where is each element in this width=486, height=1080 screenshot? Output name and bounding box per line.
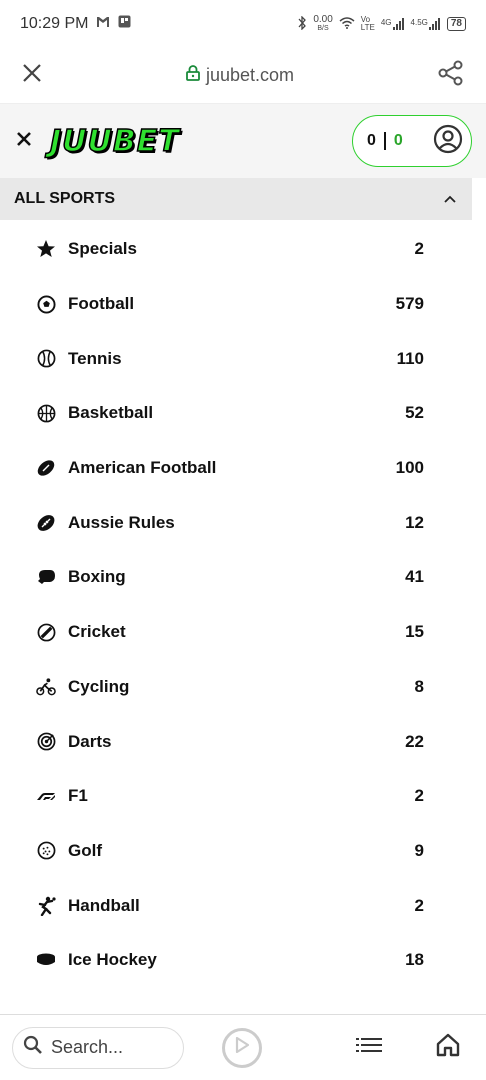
sport-label: Golf	[68, 840, 102, 860]
user-account-icon[interactable]	[433, 124, 463, 159]
sport-count: 8	[414, 676, 424, 696]
gmail-icon	[96, 15, 110, 33]
signal-bars-icon: 4G	[381, 18, 405, 30]
juubet-logo[interactable]: JUUBET	[49, 123, 180, 160]
sport-label: Cycling	[68, 676, 130, 696]
sport-count: 15	[405, 622, 424, 642]
soccer-ball-icon	[36, 294, 56, 314]
net-speed: 0.00 B/S	[313, 14, 333, 33]
sport-count: 2	[414, 895, 424, 915]
wifi-icon	[339, 16, 355, 32]
balance-left: 0	[367, 132, 376, 149]
sport-row-aussie-rules[interactable]: Aussie Rules 12	[0, 495, 472, 550]
sport-row-american-football[interactable]: American Football 100	[0, 441, 472, 496]
sport-row-ice-hockey[interactable]: Ice Hockey 18	[0, 933, 472, 988]
sport-row-tennis[interactable]: Tennis 110	[0, 331, 472, 386]
sport-count: 41	[405, 567, 424, 587]
search-placeholder: Search...	[51, 1037, 124, 1057]
close-menu-icon[interactable]	[16, 131, 32, 152]
sport-label: Aussie Rules	[68, 512, 175, 532]
search-input[interactable]: Search...	[12, 1026, 184, 1069]
lock-icon	[186, 65, 200, 86]
sport-row-cricket[interactable]: Cricket 15	[0, 605, 472, 660]
menu-list-icon[interactable]	[356, 1037, 382, 1058]
sport-label: Handball	[68, 895, 140, 915]
bluetooth-icon	[297, 14, 307, 33]
boxing-glove-icon	[36, 567, 56, 587]
sport-label: Football	[68, 294, 135, 314]
account-balance-button[interactable]: 0 0	[352, 115, 472, 167]
browser-bar: juubet.com	[0, 48, 486, 104]
url-text: juubet.com	[205, 65, 295, 85]
section-title: ALL SPORTS	[14, 190, 116, 207]
sport-count: 100	[395, 458, 424, 478]
sport-row-basketball[interactable]: Basketball 52	[0, 386, 472, 441]
sport-count: 9	[414, 840, 424, 860]
handball-icon	[36, 896, 56, 916]
sport-row-boxing[interactable]: Boxing 41	[0, 550, 472, 605]
sport-row-f1[interactable]: F1 2	[0, 769, 472, 824]
sport-count: 18	[405, 950, 424, 970]
sport-count: 12	[405, 512, 424, 532]
cricket-icon	[36, 622, 56, 642]
sport-label: Boxing	[68, 567, 126, 587]
sport-label: Darts	[68, 731, 112, 751]
sport-count: 2	[414, 239, 424, 259]
sport-label: Cricket	[68, 622, 126, 642]
sport-row-specials[interactable]: Specials 2	[0, 222, 472, 277]
sports-list: Specials 2 Football 579 Tennis 110 Baske…	[0, 222, 472, 988]
bottom-toolbar: Search...	[0, 1014, 486, 1080]
sport-row-cycling[interactable]: Cycling 8	[0, 660, 472, 715]
sport-row-football[interactable]: Football 579	[0, 277, 472, 332]
basketball-icon	[36, 403, 56, 423]
f1-icon	[36, 786, 56, 806]
url-bar[interactable]: juubet.com	[42, 65, 438, 86]
search-icon	[23, 1035, 43, 1060]
sport-label: American Football	[68, 458, 217, 478]
status-bar: 10:29 PM 0.00 B/S Vo LTE 4G 4.5G 78	[0, 0, 486, 48]
sport-row-golf[interactable]: Golf 9	[0, 824, 472, 879]
sport-label: Basketball	[68, 403, 154, 423]
american-football-icon	[36, 458, 56, 478]
chevron-up-icon[interactable]	[444, 190, 456, 208]
balance-right: 0	[393, 132, 403, 149]
site-header: JUUBET 0 0	[0, 104, 486, 178]
golf-ball-icon	[36, 841, 56, 861]
sport-count: 110	[396, 348, 424, 368]
share-icon[interactable]	[438, 60, 464, 91]
sport-count: 579	[395, 294, 424, 314]
sport-label: F1	[68, 786, 88, 806]
aussie-rules-icon	[36, 513, 56, 533]
play-button[interactable]	[222, 1027, 262, 1068]
status-time: 10:29 PM	[20, 15, 89, 32]
sport-row-handball[interactable]: Handball 2	[0, 878, 472, 933]
sport-count: 22	[405, 731, 424, 751]
darts-target-icon	[36, 732, 56, 752]
balance-divider	[383, 132, 386, 150]
battery-icon: 78	[446, 17, 466, 31]
cycling-icon	[36, 677, 56, 697]
close-tab-icon[interactable]	[22, 63, 42, 88]
tennis-ball-icon	[36, 349, 56, 369]
sport-count: 52	[405, 403, 424, 423]
sport-label: Tennis	[68, 348, 122, 368]
sport-row-darts[interactable]: Darts 22	[0, 714, 472, 769]
star-icon	[36, 239, 56, 259]
home-icon[interactable]	[436, 1033, 460, 1062]
sport-count: 2	[414, 786, 424, 806]
sport-label: Ice Hockey	[68, 950, 157, 970]
play-icon	[235, 1036, 250, 1058]
signal-bars-2-icon: 4.5G	[411, 18, 441, 30]
all-sports-header[interactable]: ALL SPORTS	[0, 178, 472, 220]
volte-icon: Vo LTE	[360, 15, 375, 32]
sport-label: Specials	[68, 239, 137, 259]
app-notification-icon	[118, 15, 131, 33]
ice-hockey-puck-icon	[36, 950, 56, 970]
